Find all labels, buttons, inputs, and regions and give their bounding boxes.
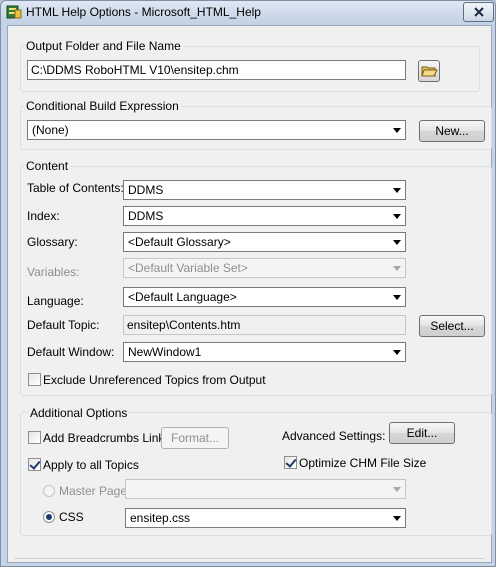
title-bar: HTML Help Options - Microsoft_HTML_Help — [1, 1, 495, 23]
chevron-down-icon — [393, 214, 401, 219]
optimize-chm-label: Optimize CHM File Size — [299, 456, 427, 470]
default-topic-label: Default Topic: — [27, 318, 100, 332]
advanced-settings-label: Advanced Settings: — [282, 429, 386, 443]
index-value: DDMS — [128, 209, 164, 223]
output-group-label: Output Folder and File Name — [24, 39, 183, 53]
dialog-window: HTML Help Options - Microsoft_HTML_Help … — [0, 0, 496, 567]
additional-group-label: Additional Options — [28, 406, 130, 420]
variables-label: Variables: — [27, 265, 80, 279]
css-radio[interactable] — [43, 511, 55, 523]
apply-all-topics-checkbox[interactable] — [28, 458, 41, 471]
chevron-down-icon — [393, 516, 401, 521]
apply-all-topics-label: Apply to all Topics — [43, 458, 139, 472]
glossary-select[interactable]: <Default Glossary> — [123, 232, 406, 252]
close-icon — [473, 7, 484, 17]
css-label: CSS — [59, 510, 84, 524]
default-topic-field: ensitep\Contents.htm — [123, 315, 406, 335]
index-label: Index: — [27, 209, 60, 223]
chevron-down-icon — [393, 295, 401, 300]
language-label: Language: — [27, 294, 84, 308]
close-button[interactable] — [463, 2, 494, 22]
divider — [14, 558, 484, 559]
conditional-expression-value: (None) — [32, 123, 69, 137]
default-window-label: Default Window: — [27, 345, 115, 359]
chevron-down-icon — [393, 240, 401, 245]
content-group-label: Content — [24, 159, 71, 173]
default-window-select[interactable]: NewWindow1 — [123, 342, 406, 362]
breadcrumbs-label: Add Breadcrumbs Links — [43, 431, 171, 445]
window-title: HTML Help Options - Microsoft_HTML_Help — [26, 5, 261, 19]
chevron-down-icon — [393, 350, 401, 355]
conditional-expression-select[interactable]: (None) — [27, 120, 406, 140]
master-page-label: Master Page — [59, 484, 128, 498]
default-window-value: NewWindow1 — [128, 345, 202, 359]
variables-select: <Default Variable Set> — [123, 258, 406, 278]
open-folder-icon — [421, 66, 438, 77]
edit-advanced-button[interactable]: Edit... — [389, 422, 455, 444]
variables-value: <Default Variable Set> — [128, 261, 248, 275]
css-value: ensitep.css — [130, 511, 191, 525]
master-page-radio — [43, 485, 55, 497]
toc-value: DDMS — [128, 183, 164, 197]
toc-select[interactable]: DDMS — [123, 180, 406, 200]
chevron-down-icon — [393, 266, 401, 271]
css-select[interactable]: ensitep.css — [125, 508, 406, 528]
chevron-down-icon — [393, 128, 401, 133]
select-topic-button[interactable]: Select... — [419, 315, 485, 337]
language-select[interactable]: <Default Language> — [123, 287, 406, 307]
master-page-select — [125, 479, 406, 499]
dialog-body: Output Folder and File Name C:\DDMS Robo… — [7, 25, 492, 563]
exclude-unreferenced-checkbox[interactable] — [28, 373, 41, 386]
breadcrumbs-checkbox[interactable] — [28, 431, 41, 444]
chevron-down-icon — [393, 487, 401, 492]
browse-folder-button[interactable] — [418, 60, 440, 82]
conditional-group-label: Conditional Build Expression — [24, 99, 181, 113]
chevron-down-icon — [393, 188, 401, 193]
glossary-label: Glossary: — [27, 235, 78, 249]
exclude-unreferenced-label: Exclude Unreferenced Topics from Output — [43, 373, 266, 387]
index-select[interactable]: DDMS — [123, 206, 406, 226]
language-value: <Default Language> — [128, 290, 237, 304]
output-path-input[interactable]: C:\DDMS RoboHTML V10\ensitep.chm — [27, 60, 406, 80]
optimize-chm-checkbox[interactable] — [284, 456, 297, 469]
robohelp-app-icon — [6, 5, 22, 19]
new-expression-button[interactable]: New... — [419, 120, 485, 142]
toc-label: Table of Contents: — [27, 181, 124, 195]
glossary-value: <Default Glossary> — [128, 235, 231, 249]
format-button: Format... — [161, 427, 229, 449]
